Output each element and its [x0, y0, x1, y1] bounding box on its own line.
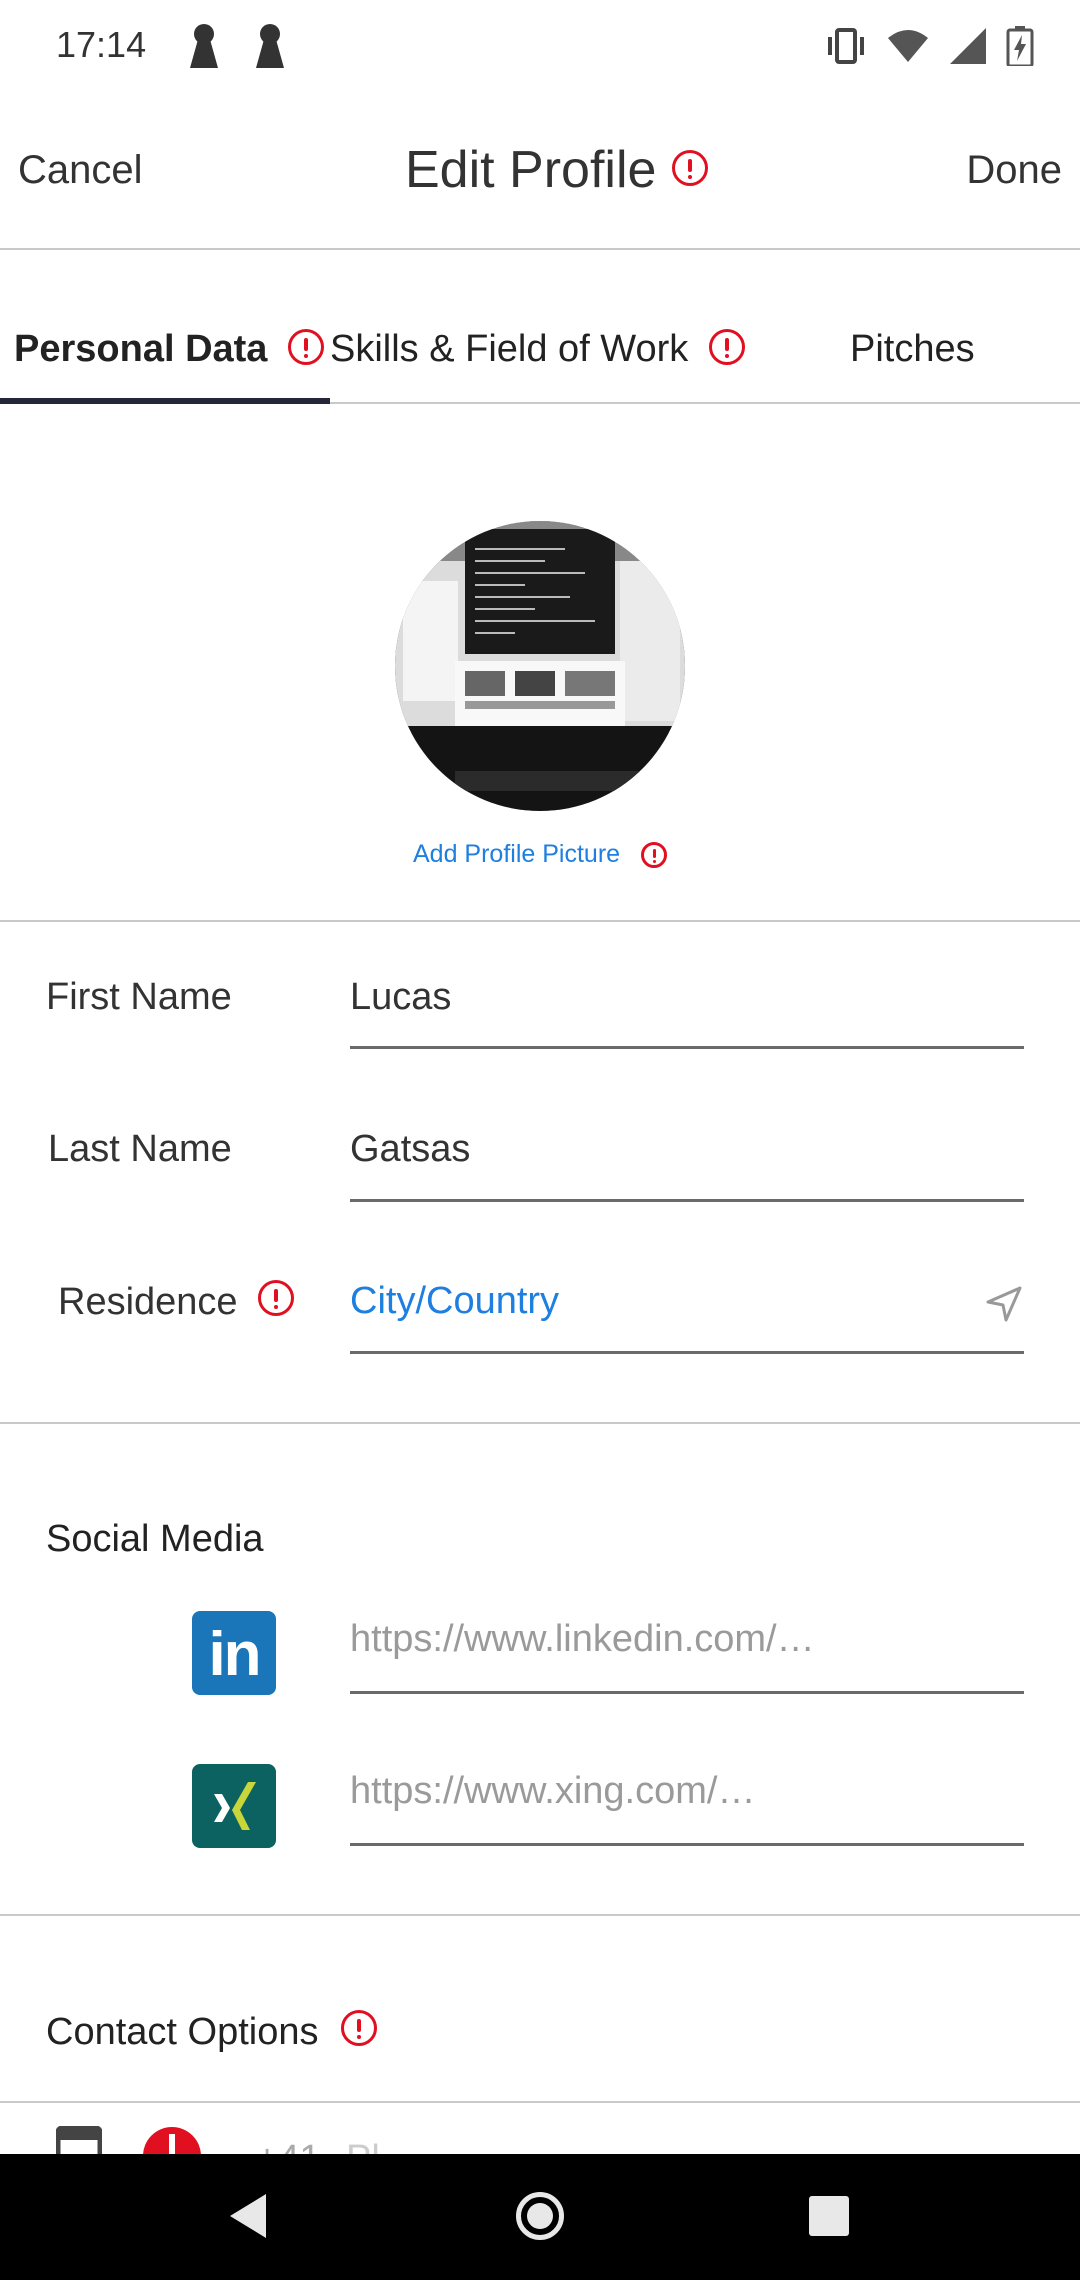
last-name-underline: [350, 1199, 1024, 1202]
lock-icon: [190, 24, 218, 68]
add-profile-picture-button[interactable]: Add Profile Picture: [0, 840, 1080, 869]
alert-circle-icon: [672, 150, 708, 186]
add-profile-picture-label: Add Profile Picture: [413, 840, 621, 868]
wifi-icon: [888, 30, 928, 62]
app-bar: Cancel Edit Profile Done: [0, 92, 1080, 250]
contact-options-label: Contact Options: [46, 2011, 319, 2053]
alert-circle-icon: [288, 329, 325, 365]
tab-skills-field-of-work[interactable]: Skills & Field of Work: [330, 328, 745, 371]
page-title: Edit Profile: [405, 141, 657, 199]
avatar-photo: [395, 521, 685, 811]
battery-charging-icon: [1006, 26, 1034, 66]
location-arrow-icon[interactable]: [984, 1284, 1024, 1324]
status-icons: [824, 24, 1034, 68]
first-name-underline: [350, 1046, 1024, 1049]
status-time: 17:14: [56, 24, 147, 65]
alert-circle-icon: [708, 329, 745, 365]
avatar[interactable]: [395, 521, 685, 811]
xing-input[interactable]: https://www.xing.com/…: [350, 1770, 755, 1813]
tab-indicator: [0, 398, 330, 404]
phone-prefix: +41: [256, 2138, 320, 2154]
vibrate-icon: [828, 28, 864, 64]
cancel-button[interactable]: Cancel: [18, 148, 143, 193]
alert-circle-icon: [641, 842, 667, 869]
residence-underline: [350, 1351, 1024, 1354]
tab-bar: Personal Data Skills & Field of Work Pit…: [0, 300, 1080, 404]
contact-row: +41 Pl: [0, 2104, 1080, 2154]
tab-pitches[interactable]: Pitches: [850, 328, 975, 371]
last-name-input[interactable]: Gatsas: [350, 1128, 470, 1171]
alert-circle-icon: [341, 2010, 378, 2046]
social-media-title: Social Media: [46, 1518, 264, 1560]
first-name-input[interactable]: Lucas: [350, 976, 451, 1019]
back-icon[interactable]: [230, 2194, 266, 2238]
done-button[interactable]: Done: [966, 148, 1062, 193]
linkedin-underline: [350, 1691, 1024, 1694]
tab-label: Personal Data: [14, 328, 268, 370]
lock-icon: [256, 24, 284, 68]
linkedin-icon: in: [192, 1611, 276, 1695]
tab-label: Skills & Field of Work: [330, 328, 689, 370]
residence-label-text: Residence: [58, 1281, 238, 1323]
first-name-label: First Name: [46, 976, 232, 1018]
xing-icon: [192, 1764, 276, 1848]
divider: [0, 2101, 1080, 2103]
alert-circle-icon: [258, 1280, 295, 1316]
tab-label: Pitches: [850, 328, 975, 370]
residence-label: Residence: [58, 1280, 295, 1324]
residence-input[interactable]: City/Country: [350, 1280, 559, 1323]
recents-icon[interactable]: [809, 2196, 849, 2236]
xing-underline: [350, 1843, 1024, 1846]
contact-options-title: Contact Options: [46, 2010, 378, 2054]
phone-input[interactable]: Pl: [346, 2138, 380, 2154]
tab-personal-data[interactable]: Personal Data: [14, 328, 325, 371]
divider: [0, 1422, 1080, 1424]
status-bar: 17:14: [0, 0, 1080, 92]
system-nav-bar: [0, 2154, 1080, 2280]
divider: [0, 920, 1080, 922]
alert-filled-icon: [143, 2127, 201, 2154]
divider: [0, 1914, 1080, 1916]
phone-icon: [56, 2126, 102, 2154]
linkedin-input[interactable]: https://www.linkedin.com/…: [350, 1618, 815, 1661]
home-icon[interactable]: [516, 2192, 564, 2240]
last-name-label: Last Name: [48, 1128, 232, 1170]
signal-icon: [950, 28, 986, 64]
